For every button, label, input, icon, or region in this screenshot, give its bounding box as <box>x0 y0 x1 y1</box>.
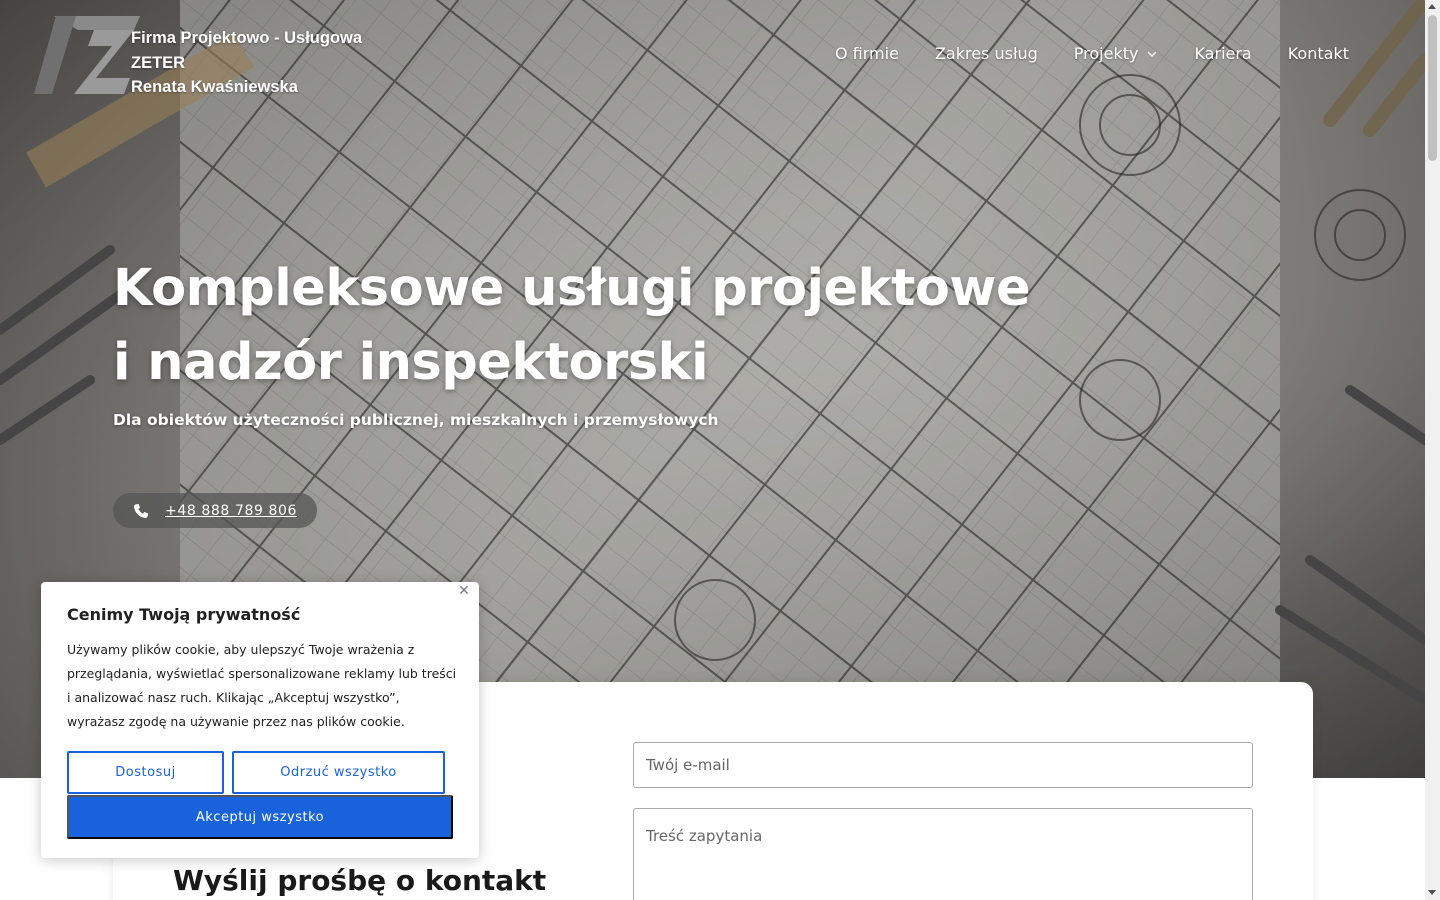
nav-item-kariera[interactable]: Kariera <box>1194 44 1251 63</box>
accept-all-button[interactable]: Akceptuj wszystko <box>67 795 453 839</box>
query-textarea[interactable] <box>633 808 1253 900</box>
company-name-line-3: Renata Kwaśniewska <box>131 78 298 96</box>
zeter-logo[interactable] <box>34 16 144 96</box>
cookie-consent-banner: ✕ Cenimy Twoją prywatność Używamy plików… <box>41 582 479 858</box>
cookie-title: Cenimy Twoją prywatność <box>67 605 301 624</box>
reject-all-button[interactable]: Odrzuć wszystko <box>232 751 445 794</box>
contact-title: Wyślij prośbę o kontakt <box>173 864 547 897</box>
nav-item-label: Kariera <box>1194 44 1252 63</box>
cookie-description: Używamy plików cookie, aby ulepszyć Twoj… <box>67 642 457 729</box>
close-icon[interactable]: ✕ <box>457 584 471 598</box>
phone-icon <box>134 503 148 518</box>
nav-item-projekty[interactable]: Projekty <box>1074 44 1159 63</box>
hero-headline-line-1: Kompleksowe usługi projektowe <box>113 259 1031 318</box>
company-name-line-2: ZETER <box>131 53 186 72</box>
nav-item-label: O firmie <box>835 44 899 63</box>
main-navigation: O firmie Zakres usług Projekty Kariera K… <box>835 44 1349 63</box>
nav-item-label: Projekty <box>1073 44 1139 63</box>
nav-item-kontakt[interactable]: Kontakt <box>1288 44 1349 63</box>
page-scrollbar[interactable] <box>1425 0 1440 900</box>
scroll-up-arrow-icon[interactable] <box>1428 4 1436 9</box>
scroll-down-arrow-icon[interactable] <box>1428 890 1436 895</box>
hero-subheadline: Dla obiektów użyteczności publicznej, mi… <box>113 411 719 429</box>
phone-button[interactable]: +48 888 789 806 <box>113 493 318 528</box>
customize-button[interactable]: Dostosuj <box>67 751 224 794</box>
phone-number: +48 888 789 806 <box>165 502 298 519</box>
scrollbar-thumb[interactable] <box>1428 15 1437 161</box>
nav-item-o-firmie[interactable]: O firmie <box>835 44 899 63</box>
nav-item-label: Zakres usług <box>934 44 1038 63</box>
company-name[interactable]: Firma Projektowo - Usługowa ZETER Renata… <box>131 26 362 100</box>
hero-headline-line-2: i nadzór inspektorski <box>113 333 709 392</box>
hero-headline: Kompleksowe usługi projektowe i nadzór i… <box>113 252 1113 400</box>
company-name-line-1: Firma Projektowo - Usługowa <box>131 29 363 47</box>
chevron-down-icon <box>1147 51 1157 57</box>
nav-item-label: Kontakt <box>1287 44 1349 63</box>
email-input[interactable] <box>633 742 1253 788</box>
nav-item-zakres-uslug[interactable]: Zakres usług <box>935 44 1038 63</box>
